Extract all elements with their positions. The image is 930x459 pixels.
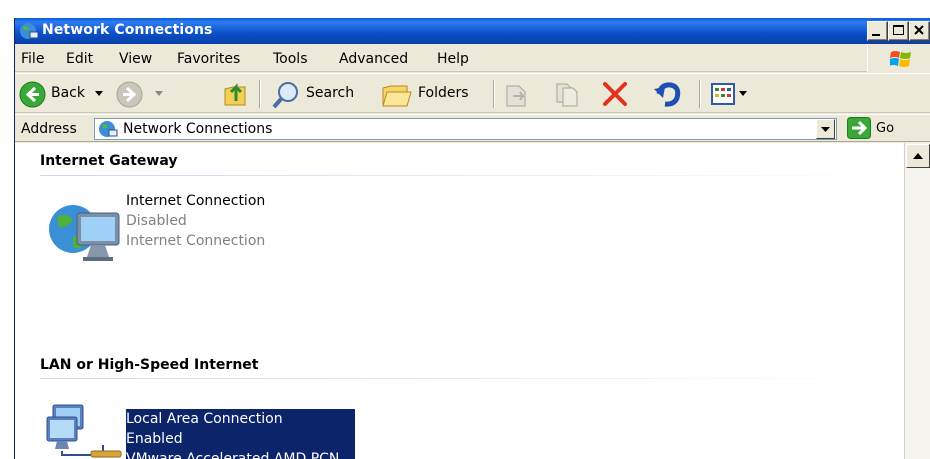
menu-advanced[interactable]: Advanced	[339, 51, 408, 67]
network-connections-icon	[99, 121, 118, 137]
toolbar-separator	[699, 80, 701, 108]
go-arrow-icon[interactable]	[847, 117, 871, 139]
minimize-button[interactable]	[867, 21, 888, 41]
maximize-button[interactable]	[888, 21, 909, 41]
menu-tools[interactable]: Tools	[273, 51, 308, 67]
views-dropdown-icon	[739, 91, 747, 96]
move-to-icon[interactable]	[503, 80, 531, 108]
close-icon	[914, 25, 924, 35]
windows-logo-box	[867, 45, 930, 72]
go-button-label[interactable]: Go	[876, 121, 894, 136]
connection-device: Internet Connection	[126, 233, 266, 249]
explorer-window: Network Connections File Edit View Favor…	[14, 18, 930, 459]
connections-list: Internet Gateway Internet Connection Dis…	[15, 143, 904, 459]
search-label: Search	[306, 85, 355, 101]
internet-connection-icon	[49, 205, 120, 261]
network-connections-icon	[20, 23, 39, 39]
forward-button[interactable]	[114, 78, 170, 110]
connection-status: Enabled	[126, 431, 183, 447]
search-button[interactable]: Search	[269, 78, 379, 110]
lan-connection-icon	[46, 404, 122, 458]
chevron-up-icon	[913, 153, 923, 159]
back-label: Back	[51, 85, 85, 101]
connection-details: Local Area Connection Enabled VMware Acc…	[126, 409, 355, 459]
back-arrow-icon	[19, 81, 46, 108]
copy-to-icon[interactable]	[553, 80, 583, 108]
address-dropdown-button[interactable]	[816, 119, 835, 139]
forward-arrow-icon	[116, 81, 143, 108]
minimize-icon	[872, 34, 880, 36]
connection-name: Internet Connection	[126, 193, 266, 209]
title-bar[interactable]: Network Connections	[15, 18, 930, 44]
connection-name: Local Area Connection	[126, 411, 283, 427]
group-divider	[40, 175, 890, 176]
connection-status: Disabled	[126, 213, 187, 229]
address-label: Address	[21, 121, 77, 137]
forward-dropdown-icon[interactable]	[155, 91, 163, 97]
address-value: Network Connections	[123, 121, 273, 137]
up-folder-icon[interactable]	[223, 79, 249, 107]
vertical-scrollbar[interactable]	[904, 143, 930, 459]
menu-edit[interactable]: Edit	[66, 51, 93, 67]
menu-help[interactable]: Help	[437, 51, 469, 67]
window-title: Network Connections	[42, 22, 213, 38]
back-dropdown-icon[interactable]	[95, 91, 103, 97]
views-icon	[711, 83, 735, 105]
scroll-up-button[interactable]	[906, 144, 930, 168]
menu-favorites[interactable]: Favorites	[177, 51, 240, 67]
group-divider	[40, 378, 890, 379]
folders-icon	[382, 85, 412, 107]
toolbar-separator	[493, 80, 495, 108]
folders-label: Folders	[418, 85, 469, 101]
menu-view[interactable]: View	[119, 51, 152, 67]
toolbar-separator	[259, 80, 261, 108]
connection-details: Internet Connection Disabled Internet Co…	[126, 191, 265, 251]
chevron-down-icon	[821, 127, 830, 132]
menu-file[interactable]: File	[21, 51, 44, 67]
folders-button[interactable]: Folders	[379, 78, 489, 110]
views-button[interactable]	[709, 78, 755, 110]
windows-logo-icon	[890, 51, 911, 67]
group-header-lan: LAN or High-Speed Internet	[40, 357, 259, 373]
delete-icon[interactable]	[601, 80, 629, 108]
search-magnifier-icon	[272, 82, 298, 109]
standard-toolbar: Back Search Folders	[15, 73, 930, 113]
undo-icon[interactable]	[653, 80, 683, 108]
connection-device: VMware Accelerated AMD PCN...	[126, 451, 353, 459]
close-button[interactable]	[909, 21, 930, 41]
menu-bar: File Edit View Favorites Tools Advanced …	[15, 45, 930, 72]
group-header-internet-gateway: Internet Gateway	[40, 153, 178, 169]
back-button[interactable]: Back	[15, 78, 107, 110]
address-input[interactable]: Network Connections	[94, 118, 837, 140]
address-bar: Address Network Connections Go	[15, 114, 930, 142]
maximize-icon	[893, 25, 904, 35]
